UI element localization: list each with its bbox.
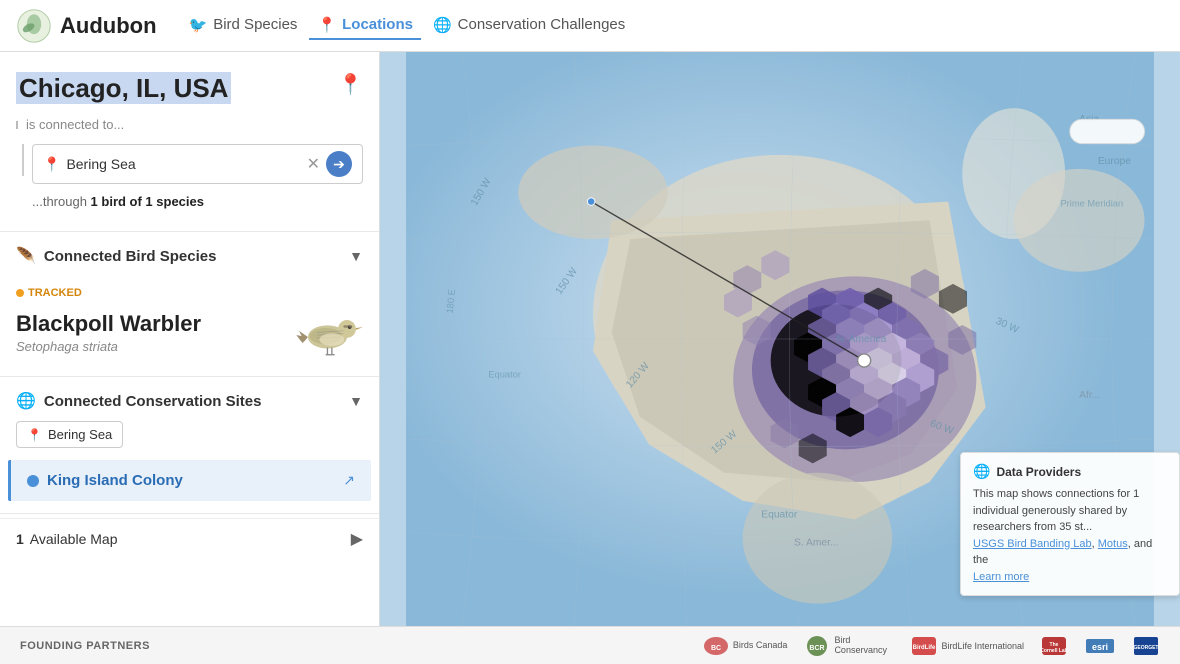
founding-partners-label: FOUNDING PARTNERS — [20, 640, 150, 652]
bering-sea-tag[interactable]: 📍 Bering Sea — [16, 421, 123, 448]
connected-bird-species-section[interactable]: 🪶 Connected Bird Species ▼ — [0, 236, 379, 276]
map-area[interactable]: 150 W 150 W 120 W 150 W 60 W 30 W Europe… — [380, 52, 1180, 626]
motus-link[interactable]: Motus — [1098, 538, 1128, 550]
bird-conservancy-logo: BCR Bird Conservancy — [803, 635, 894, 657]
data-providers-popup: 🌐 Data Providers This map shows connecti… — [960, 452, 1180, 596]
main-nav: 🐦 Bird Species 📍 Locations 🌐 Conservatio… — [181, 12, 634, 40]
connected-to-label: is connected to... — [16, 117, 363, 132]
nav-bird-species[interactable]: 🐦 Bird Species — [181, 12, 306, 40]
birds-canada-logo: BC Birds Canada — [702, 635, 788, 657]
bird-latin-name: Setophaga striata — [16, 339, 201, 354]
sidebar-top: Chicago, IL, USA 📍 is connected to... 📍 … — [0, 52, 379, 227]
divider-2 — [0, 376, 379, 377]
learn-more-link[interactable]: Learn more — [973, 571, 1029, 583]
header: Audubon 🐦 Bird Species 📍 Locations 🌐 Con… — [0, 0, 1180, 52]
data-providers-body: This map shows connections for 1 individ… — [973, 486, 1167, 585]
svg-text:Europe: Europe — [1098, 156, 1131, 167]
nav-conservation-challenges[interactable]: 🌐 Conservation Challenges — [425, 12, 633, 40]
chevron-down-icon: ▼ — [349, 248, 363, 264]
conservation-sites-list: 📍 Bering Sea — [0, 421, 379, 456]
logo[interactable]: Audubon — [16, 8, 157, 44]
search-pin-icon: 📍 — [43, 156, 60, 173]
chevron-down-icon-2: ▼ — [349, 393, 363, 409]
nav-locations[interactable]: 📍 Locations — [309, 12, 421, 40]
bird-illustration — [283, 305, 363, 360]
esri-logo: esri — [1084, 635, 1116, 657]
bird-name: Blackpoll Warbler — [16, 311, 201, 337]
location-search-input[interactable] — [66, 156, 306, 172]
svg-text:Cornell Lab: Cornell Lab — [1040, 648, 1068, 654]
site-pin-icon: 📍 — [27, 428, 42, 442]
svg-text:S. Amer...: S. Amer... — [794, 538, 839, 549]
chevron-right-icon: ▶ — [351, 529, 363, 549]
footer-logos: BC Birds Canada BCR Bird Conservancy Bir… — [702, 635, 1160, 657]
king-island-label: King Island Colony — [47, 472, 183, 489]
svg-text:Afr...: Afr... — [1079, 390, 1100, 401]
svg-text:BC: BC — [711, 645, 721, 652]
search-box: 📍 ✕ ➔ — [32, 144, 363, 184]
george-university-logo: GEORGET — [1132, 635, 1160, 657]
through-text: ...through 1 bird of 1 species — [32, 194, 347, 209]
birdlife-logo: BirdLife BirdLife International — [910, 635, 1024, 657]
king-island-dot — [27, 475, 39, 487]
cornell-lab-logo: The Cornell Lab — [1040, 635, 1068, 657]
clear-search-icon[interactable]: ✕ — [307, 154, 320, 174]
globe-icon: 🌐 — [433, 16, 452, 34]
divider-3 — [0, 513, 379, 514]
main-layout: Chicago, IL, USA 📍 is connected to... 📍 … — [0, 52, 1180, 626]
search-go-button[interactable]: ➔ — [326, 151, 352, 177]
divider-1 — [0, 231, 379, 232]
footer: FOUNDING PARTNERS BC Birds Canada BCR Bi… — [0, 626, 1180, 664]
tracked-dot — [16, 289, 24, 297]
svg-text:esri: esri — [1092, 642, 1108, 652]
audubon-logo-icon — [16, 8, 52, 44]
globe-sites-icon: 🌐 — [16, 391, 36, 411]
page-title: Chicago, IL, USA — [16, 68, 231, 105]
usgs-link[interactable]: USGS Bird Banding Lab — [973, 538, 1092, 550]
data-providers-icon: 🌐 — [973, 463, 990, 480]
location-pin-icon: 📍 — [317, 16, 336, 34]
bird-card: TRACKED Blackpoll Warbler Setophaga stri… — [0, 276, 379, 372]
location-pin-button[interactable]: 📍 — [338, 72, 363, 97]
svg-text:Prime Meridian: Prime Meridian — [1060, 198, 1123, 208]
svg-text:180 E: 180 E — [445, 289, 457, 314]
tracked-badge: TRACKED — [16, 287, 82, 299]
svg-text:BirdLife: BirdLife — [913, 645, 936, 651]
svg-text:Equator: Equator — [488, 369, 521, 379]
king-island-item[interactable]: King Island Colony ↗ — [8, 460, 371, 501]
svg-text:Equator: Equator — [761, 510, 798, 521]
bird-species-icon: 🐦 — [189, 16, 208, 34]
conservation-sites-section[interactable]: 🌐 Connected Conservation Sites ▼ — [0, 381, 379, 421]
available-map-section[interactable]: 1 Available Map ▶ — [0, 518, 379, 559]
svg-text:GEORGET: GEORGET — [1133, 645, 1158, 651]
sidebar: Chicago, IL, USA 📍 is connected to... 📍 … — [0, 52, 380, 626]
bird-wing-icon: 🪶 — [16, 246, 36, 266]
svg-text:BCR: BCR — [810, 645, 825, 652]
svg-text:N. America: N. America — [836, 334, 886, 345]
external-link-icon[interactable]: ↗ — [343, 472, 355, 489]
